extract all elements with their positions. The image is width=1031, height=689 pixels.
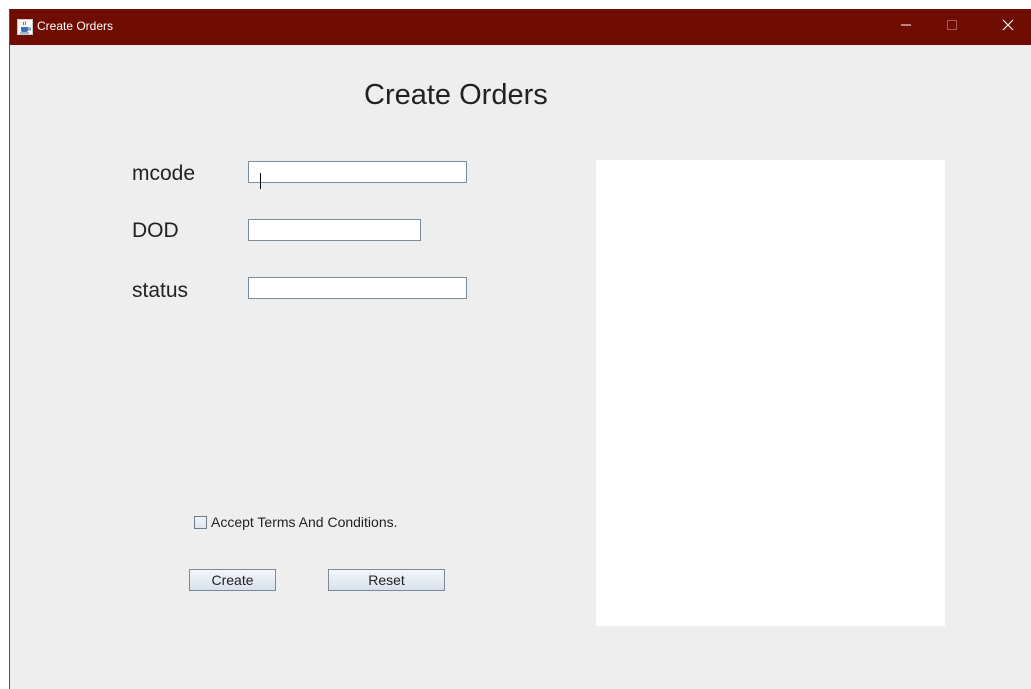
terms-checkbox[interactable] [194,515,207,529]
output-panel [596,160,945,626]
title-bar[interactable]: Create Orders [10,9,1031,45]
minimize-button[interactable] [883,9,929,45]
status-label: status [132,279,189,302]
close-button[interactable] [985,9,1031,45]
maximize-icon [946,18,958,36]
terms-checkbox-row[interactable]: Accept Terms And Conditions. [194,512,398,532]
maximize-button[interactable] [929,9,975,45]
desktop-strip [0,0,1031,9]
mcode-input[interactable] [248,161,467,183]
mcode-label: mcode [132,162,196,185]
text-caret [260,173,261,189]
create-button[interactable]: Create [189,569,276,591]
window-title: Create Orders [37,19,114,33]
terms-checkbox-label[interactable]: Accept Terms And Conditions. [211,514,398,530]
java-coffee-icon [17,19,33,35]
close-icon [1002,18,1014,36]
app-window: Create Orders Create Orders mcode DOD st… [9,9,1031,689]
minimize-icon [900,18,912,36]
status-input[interactable] [248,277,467,299]
reset-button[interactable]: Reset [328,569,445,591]
page-title: Create Orders [364,79,548,111]
dod-input[interactable] [248,219,421,241]
dod-label: DOD [132,219,179,242]
